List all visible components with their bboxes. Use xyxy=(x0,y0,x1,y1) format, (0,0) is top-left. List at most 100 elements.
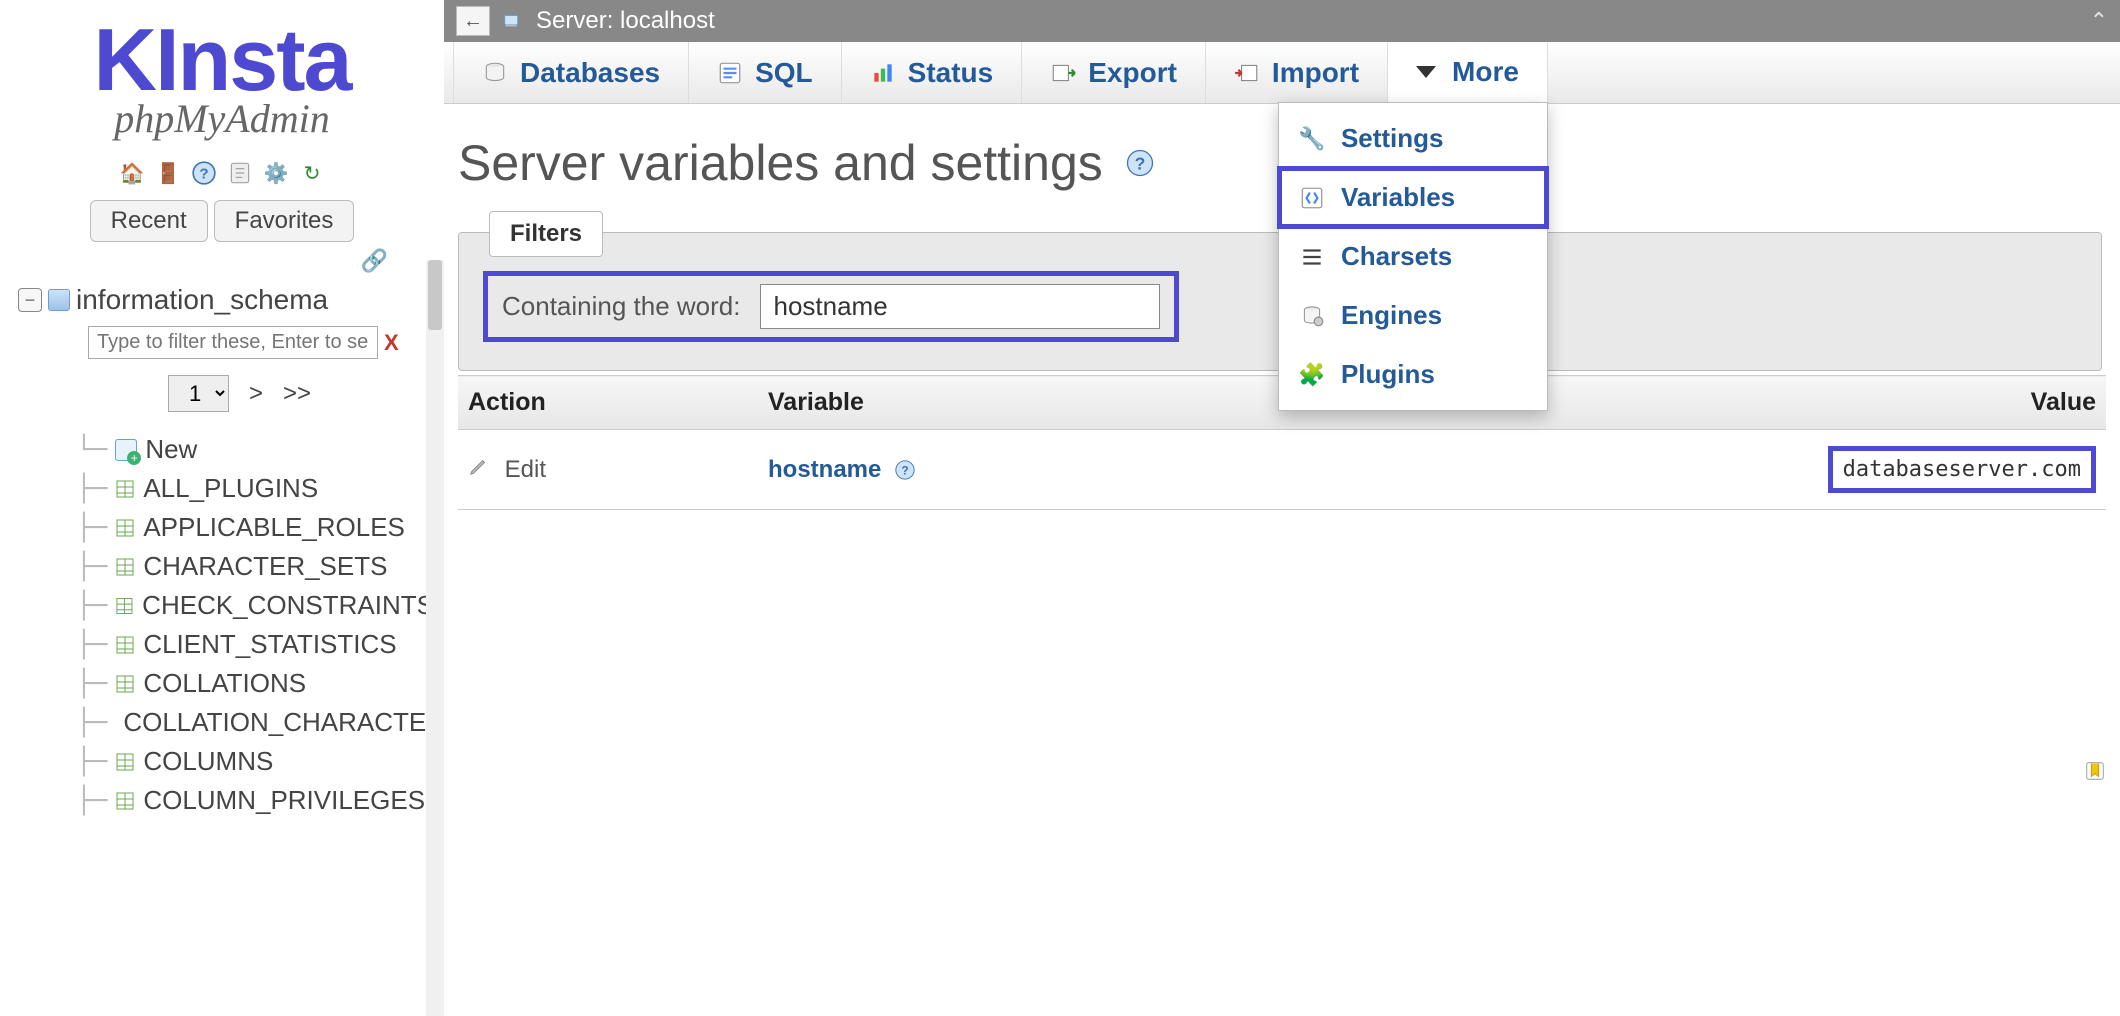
tab-recent[interactable]: Recent xyxy=(90,200,208,242)
tree-table-label: APPLICABLE_ROLES xyxy=(143,512,405,543)
tree-page-next[interactable]: > xyxy=(249,380,263,408)
filter-input[interactable] xyxy=(760,284,1160,329)
charsets-icon xyxy=(1299,244,1325,270)
server-icon xyxy=(502,10,524,32)
help-icon[interactable]: ? xyxy=(1125,148,1155,178)
scrollbar-thumb[interactable] xyxy=(428,260,442,330)
table-row: Edit hostname ? databaseserver.com xyxy=(458,430,2106,510)
svg-text:?: ? xyxy=(1134,153,1145,173)
variables-icon xyxy=(1299,185,1325,211)
dd-label: Engines xyxy=(1341,300,1442,331)
variable-link[interactable]: hostname xyxy=(768,456,881,483)
edit-label: Edit xyxy=(505,456,546,483)
nav-label: Status xyxy=(908,57,994,89)
reload-icon[interactable]: ↻ xyxy=(299,160,325,186)
th-value: Value xyxy=(1806,376,2106,430)
dd-variables[interactable]: Variables xyxy=(1279,168,1547,227)
th-action: Action xyxy=(458,376,758,430)
nav-import[interactable]: Import xyxy=(1205,42,1388,103)
tree-pipe: ├─ xyxy=(76,747,107,777)
table-icon xyxy=(115,674,135,694)
dd-settings[interactable]: 🔧 Settings xyxy=(1279,109,1547,168)
logout-icon[interactable]: 🚪 xyxy=(155,160,181,186)
docs-icon[interactable] xyxy=(227,160,253,186)
nav-sql[interactable]: SQL xyxy=(688,42,842,103)
tree-pipe: └─ xyxy=(76,435,107,465)
tree-filter-input[interactable] xyxy=(88,326,378,359)
nav-more[interactable]: More 🔧 Settings Variables Charsets Engin… xyxy=(1387,42,1548,104)
sidebar-scrollbar[interactable] xyxy=(426,260,444,1016)
tree-pipe: ├─ xyxy=(76,474,107,504)
tree-page-last[interactable]: >> xyxy=(283,380,311,408)
tree-filter-clear[interactable]: X xyxy=(384,330,399,356)
tree-new-label: New xyxy=(145,434,197,465)
db-tree: − information_schema X 1 > >> └─ New ├─ … xyxy=(0,284,444,816)
tree-item[interactable]: ├─ COLUMNS xyxy=(76,746,434,777)
tree-toggle-icon[interactable]: − xyxy=(18,288,42,312)
tree-item[interactable]: ├─ CLIENT_STATISTICS xyxy=(76,629,434,660)
tree-tables: └─ New ├─ ALL_PLUGINS ├─ APPLICABLE_ROLE… xyxy=(76,434,434,816)
tree-page-select[interactable]: 1 xyxy=(168,375,229,412)
svg-text:?: ? xyxy=(199,166,208,183)
tab-favorites[interactable]: Favorites xyxy=(214,200,355,242)
back-button[interactable]: ← xyxy=(456,6,490,36)
status-icon xyxy=(870,60,896,86)
tree-item[interactable]: ├─ ALL_PLUGINS xyxy=(76,473,434,504)
tree-item[interactable]: ├─ APPLICABLE_ROLES xyxy=(76,512,434,543)
table-icon xyxy=(115,752,135,772)
table-icon xyxy=(115,518,135,538)
svg-text:?: ? xyxy=(901,464,908,478)
sql-icon xyxy=(717,60,743,86)
wrench-icon: 🔧 xyxy=(1299,126,1325,152)
cell-action[interactable]: Edit xyxy=(458,430,758,510)
tree-item-new[interactable]: └─ New xyxy=(76,434,434,465)
tree-item[interactable]: ├─ CHARACTER_SETS xyxy=(76,551,434,582)
dd-label: Settings xyxy=(1341,123,1444,154)
bookmark-icon[interactable] xyxy=(2084,760,2106,782)
tree-table-label: ALL_PLUGINS xyxy=(143,473,318,504)
dd-label: Variables xyxy=(1341,182,1455,213)
tree-root-db[interactable]: − information_schema xyxy=(18,284,434,316)
new-table-icon xyxy=(115,439,137,461)
home-icon[interactable]: 🏠 xyxy=(119,160,145,186)
tree-pipe: ├─ xyxy=(76,630,107,660)
edit-icon xyxy=(468,455,490,477)
help-icon[interactable]: ? xyxy=(191,160,217,186)
table-icon xyxy=(115,635,135,655)
table-icon xyxy=(115,596,134,616)
gear-icon[interactable]: ⚙️ xyxy=(263,160,289,186)
dd-engines[interactable]: Engines xyxy=(1279,286,1547,345)
brand-logo: KInsta xyxy=(94,20,351,99)
nav-label: More xyxy=(1452,56,1519,88)
dd-plugins[interactable]: 🧩 Plugins xyxy=(1279,345,1547,404)
tree-item[interactable]: ├─ COLUMN_PRIVILEGES xyxy=(76,785,434,816)
tree-table-label: CLIENT_STATISTICS xyxy=(143,629,396,660)
tree-table-label: COLUMNS xyxy=(143,746,273,777)
page-title-text: Server variables and settings xyxy=(458,134,1103,192)
sidebar-tab-row: Recent Favorites xyxy=(90,200,355,242)
nav-export[interactable]: Export xyxy=(1021,42,1206,103)
database-icon xyxy=(48,289,70,311)
databases-icon xyxy=(482,60,508,86)
breadcrumb-text[interactable]: Server: localhost xyxy=(536,7,715,35)
tree-table-label: COLLATIONS xyxy=(143,668,306,699)
import-icon xyxy=(1234,60,1260,86)
filter-control: Containing the word: xyxy=(483,271,1179,342)
tree-table-label: CHARACTER_SETS xyxy=(143,551,387,582)
nav-status[interactable]: Status xyxy=(841,42,1023,103)
tree-filter-row: X xyxy=(88,326,434,359)
tree-item[interactable]: ├─ COLLATIONS xyxy=(76,668,434,699)
nav-databases[interactable]: Databases xyxy=(453,42,689,103)
main-area: ← Server: localhost ⌃ Databases SQL Stat… xyxy=(444,0,2120,1016)
export-icon xyxy=(1050,60,1076,86)
tree-item[interactable]: ├─ CHECK_CONSTRAINTS xyxy=(76,590,434,621)
tree-table-label: COLLATION_CHARACTER_ xyxy=(123,707,444,738)
nav-label: Databases xyxy=(520,57,660,89)
value-highlight: databaseserver.com xyxy=(1828,446,2096,493)
more-dropdown: 🔧 Settings Variables Charsets Engines 🧩 xyxy=(1278,102,1548,411)
sidebar: KInsta phpMyAdmin 🏠 🚪 ? ⚙️ ↻ Recent Favo… xyxy=(0,0,444,1016)
panel-collapse-icon[interactable]: ⌃ xyxy=(2090,8,2108,34)
tree-item[interactable]: ├─ COLLATION_CHARACTER_ xyxy=(76,707,434,738)
help-icon[interactable]: ? xyxy=(894,459,916,481)
dd-charsets[interactable]: Charsets xyxy=(1279,227,1547,286)
